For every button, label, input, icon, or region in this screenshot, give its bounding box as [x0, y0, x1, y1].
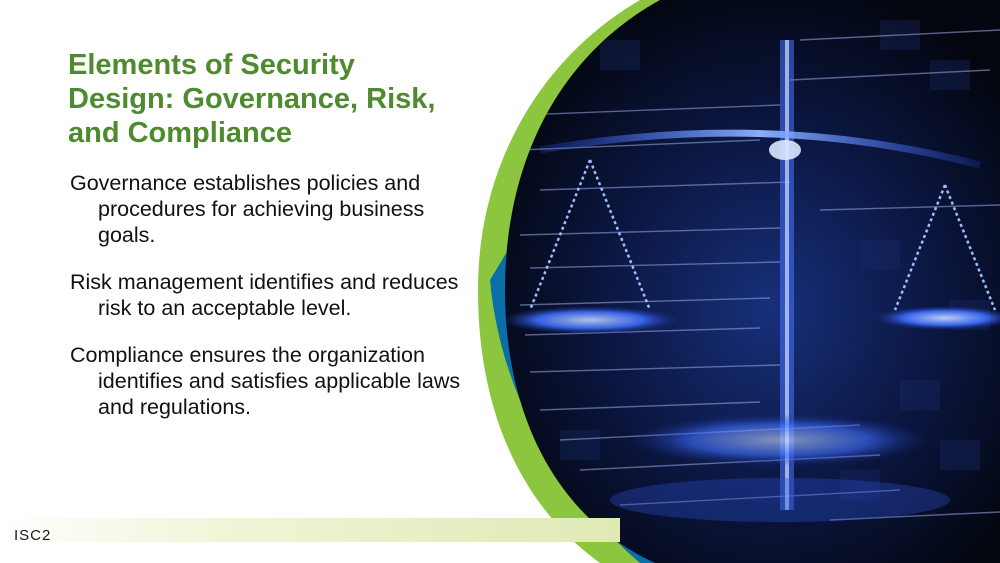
bullet-governance: Governance establishes policies and proc…: [70, 171, 425, 247]
isc2-logo: ISC2: [14, 527, 51, 544]
bullet-list: Governance establishes policies and proc…: [70, 170, 480, 441]
slide: Elements of Security Design: Governance,…: [0, 0, 1000, 563]
bullet-compliance: Compliance ensures the organization iden…: [70, 343, 461, 419]
footer-accent-bar: [0, 518, 620, 542]
logo-digit: 2: [42, 527, 52, 544]
logo-text: ISC: [14, 527, 43, 544]
bullet-risk-management: Risk management identifies and reduces r…: [70, 270, 459, 320]
slide-title: Elements of Security Design: Governance,…: [68, 49, 436, 149]
